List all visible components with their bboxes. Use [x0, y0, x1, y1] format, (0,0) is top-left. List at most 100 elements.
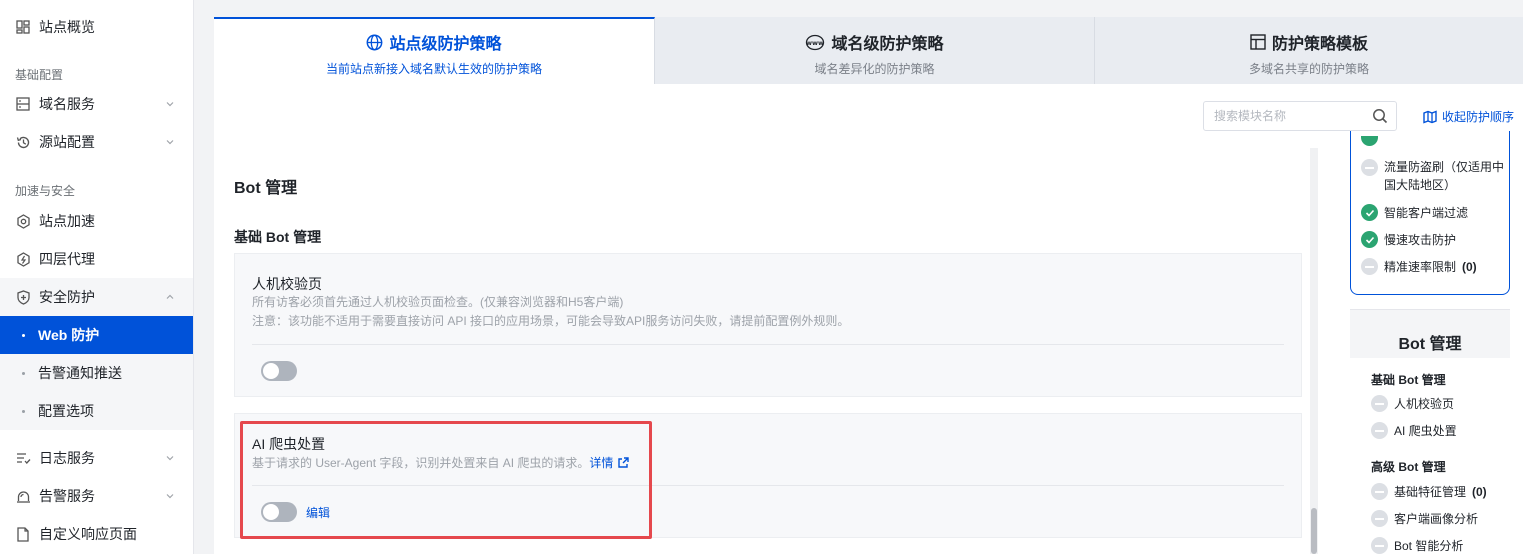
order-item-label: 精准速率限制 — [1384, 260, 1457, 274]
order-item-ai-crawler[interactable]: AI 爬虫处置 — [1371, 422, 1457, 439]
search-input[interactable] — [1204, 102, 1364, 130]
order-item-client-filter[interactable]: 智能客户端过滤 — [1361, 204, 1468, 222]
chevron-down-icon — [166, 456, 174, 461]
captcha-toggle[interactable] — [261, 361, 297, 381]
shield-icon — [15, 289, 31, 305]
sidebar-group-label: 基础配置 — [15, 68, 64, 82]
sidebar-item-alert-service[interactable]: 告警服务 — [0, 477, 193, 515]
sidebar-item-security[interactable]: 安全防护 — [0, 278, 193, 316]
panel-group-label: 基础 Bot 管理 — [1371, 373, 1446, 387]
tab-site-policy[interactable]: 站点级防护策略 当前站点新接入域名默认生效的防护策略 — [214, 17, 655, 84]
accelerate-icon — [15, 213, 31, 229]
sidebar-item-l4-proxy[interactable]: 四层代理 — [0, 240, 193, 278]
sidebar-item-label: 日志服务 — [39, 450, 95, 466]
server-icon — [15, 96, 31, 112]
order-item-feature-mgmt[interactable]: 基础特征管理 (0) — [1371, 483, 1487, 500]
sidebar-item-label: Web 防护 — [38, 327, 100, 343]
chevron-down-icon — [166, 102, 174, 107]
card-title: 人机校验页 — [252, 276, 322, 292]
sidebar-item-log-service[interactable]: 日志服务 — [0, 439, 193, 477]
collapse-order-link[interactable]: 收起防护顺序 — [1423, 108, 1514, 125]
sidebar-item-domain-service[interactable]: 域名服务 — [0, 85, 193, 123]
search-icon[interactable] — [1372, 108, 1388, 124]
order-item-client-profile[interactable]: 客户端画像分析 — [1371, 510, 1478, 527]
alarm-icon — [15, 488, 31, 504]
sidebar-item-label: 告警通知推送 — [38, 365, 122, 381]
sidebar-item-label: 安全防护 — [39, 289, 95, 305]
order-item-traffic-theft[interactable]: 流量防盗刷（仅适用中国大陆地区） — [1361, 158, 1509, 194]
order-item-label: 客户端画像分析 — [1394, 512, 1479, 526]
bullet-dot — [22, 334, 25, 337]
policy-tabs: 站点级防护策略 当前站点新接入域名默认生效的防护策略 www 域名级防护策略 域… — [214, 17, 1523, 84]
check-circle-icon — [1361, 204, 1378, 221]
check-circle-icon — [1361, 231, 1378, 248]
status-off-icon — [1371, 395, 1388, 412]
divider — [252, 344, 1284, 345]
order-item-count: (0) — [1462, 260, 1477, 274]
status-off-icon — [1361, 159, 1378, 176]
proxy-icon — [15, 251, 31, 267]
sidebar-item-alert-push[interactable]: 告警通知推送 — [0, 354, 193, 392]
chevron-up-icon — [166, 294, 174, 299]
tab-domain-policy[interactable]: www 域名级防护策略 域名差异化的防护策略 — [655, 17, 1095, 84]
order-item-label: 流量防盗刷（仅适用中国大陆地区） — [1384, 160, 1505, 192]
dashboard-icon — [15, 19, 31, 35]
order-item-label: Bot 智能分析 — [1394, 539, 1464, 553]
tab-title: 域名级防护策略 — [831, 36, 944, 53]
sidebar: 站点概览 基础配置 域名服务 源站配置 加速与安全 站点加速 四层代理 安全防护… — [0, 0, 194, 554]
order-item-captcha[interactable]: 人机校验页 — [1371, 395, 1454, 412]
sidebar-group-label: 加速与安全 — [15, 184, 76, 198]
panel-body: 基础 Bot 管理 人机校验页 AI 爬虫处置 高级 Bot 管理 基础特征管理… — [1350, 358, 1510, 554]
chevron-down-icon — [166, 494, 174, 499]
sidebar-item-label: 源站配置 — [39, 134, 95, 150]
tab-subtitle: 多域名共享的防护策略 — [1248, 62, 1369, 76]
order-item-slow-attack[interactable]: 慢速攻击防护 — [1361, 231, 1456, 249]
order-item-label: 智能客户端过滤 — [1384, 206, 1469, 220]
tab-policy-template[interactable]: 防护策略模板 多域名共享的防护策略 — [1095, 17, 1523, 84]
sidebar-item-label: 告警服务 — [39, 488, 95, 504]
map-icon — [1423, 109, 1437, 124]
log-icon — [15, 450, 31, 466]
order-item-label: 基础特征管理 — [1394, 485, 1467, 499]
template-icon — [1250, 34, 1266, 50]
panel-group-label: 高级 Bot 管理 — [1371, 460, 1446, 474]
content-scrollbar[interactable] — [1310, 148, 1318, 554]
status-off-icon — [1371, 483, 1388, 500]
status-on-icon — [1361, 133, 1378, 151]
order-item-count: (0) — [1472, 484, 1487, 499]
card-description: 所有访客必须首先通过人机校验页面检查。(仅兼容浏览器和H5客户端) — [252, 295, 624, 309]
sidebar-item-label: 站点加速 — [39, 213, 95, 229]
history-icon — [15, 134, 31, 150]
globe-icon — [367, 34, 383, 50]
sidebar-item-overview[interactable]: 站点概览 — [0, 8, 193, 46]
section-title: Bot 管理 — [234, 180, 298, 197]
www-icon: www — [806, 34, 825, 50]
status-off-icon — [1371, 510, 1388, 527]
order-item-bot-intel[interactable]: Bot 智能分析 — [1371, 537, 1463, 554]
protection-order-panel: 流量防盗刷（仅适用中国大陆地区） 智能客户端过滤 慢速攻击防护 精准速率限制 (… — [1350, 131, 1510, 295]
order-item-label: 慢速攻击防护 — [1384, 233, 1457, 247]
status-off-icon — [1361, 258, 1378, 275]
module-search — [1203, 101, 1397, 131]
captcha-page-card: 人机校验页 所有访客必须首先通过人机校验页面检查。(仅兼容浏览器和H5客户端) … — [234, 253, 1302, 397]
sidebar-item-config-options[interactable]: 配置选项 — [0, 392, 193, 430]
tab-subtitle: 当前站点新接入域名默认生效的防护策略 — [325, 62, 542, 76]
sidebar-item-custom-page[interactable]: 自定义响应页面 — [0, 515, 193, 553]
scrollbar-thumb[interactable] — [1311, 508, 1317, 554]
sidebar-item-label: 域名服务 — [39, 96, 95, 112]
status-off-icon — [1371, 422, 1388, 439]
svg-text:www: www — [806, 39, 824, 47]
card-note: 注意：该功能不适用于需要直接访问 API 接口的应用场景，可能会导致API服务访… — [252, 314, 850, 328]
sidebar-item-label: 四层代理 — [39, 251, 95, 267]
collapse-label: 收起防护顺序 — [1442, 110, 1515, 124]
sidebar-item-origin-config[interactable]: 源站配置 — [0, 123, 193, 161]
order-item-label: AI 爬虫处置 — [1394, 424, 1457, 438]
tab-title: 站点级防护策略 — [389, 36, 502, 53]
panel-title: Bot 管理 — [1398, 336, 1462, 353]
sidebar-item-label: 配置选项 — [38, 403, 94, 419]
sidebar-item-site-accel[interactable]: 站点加速 — [0, 202, 193, 240]
order-item-rate-limit[interactable]: 精准速率限制 (0) — [1361, 258, 1477, 276]
bot-order-panel: Bot 管理 基础 Bot 管理 人机校验页 AI 爬虫处置 高级 Bot 管理… — [1350, 309, 1510, 554]
sidebar-item-web-protection[interactable]: Web 防护 — [0, 316, 193, 354]
subsection-title: 基础 Bot 管理 — [234, 229, 322, 245]
